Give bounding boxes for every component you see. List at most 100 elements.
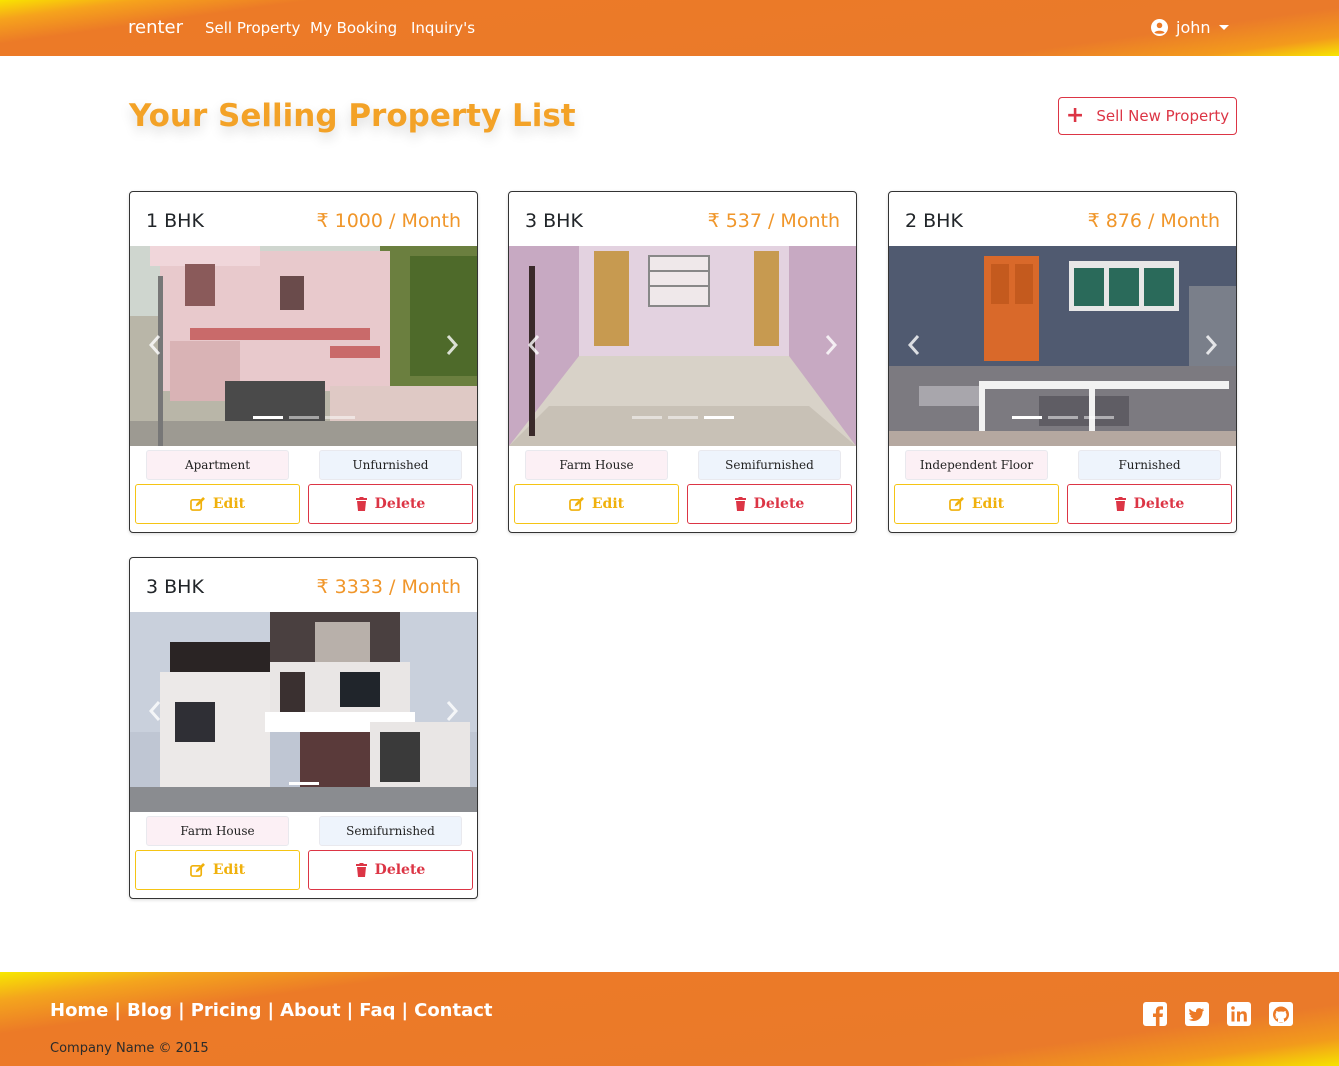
edit-icon: [569, 497, 584, 511]
user-name: john: [1176, 18, 1211, 37]
footer-link-pricing[interactable]: Pricing: [191, 1000, 262, 1021]
property-type-badge: Apartment: [146, 450, 289, 480]
property-image-carousel[interactable]: [130, 612, 477, 812]
carousel-indicators: [130, 782, 477, 785]
delete-button[interactable]: Delete: [308, 850, 473, 890]
property-bhk: 1 BHK: [146, 210, 204, 232]
edit-button[interactable]: Edit: [135, 850, 300, 890]
furnishing-badge: Semifurnished: [698, 450, 841, 480]
property-type-badge: Farm House: [146, 816, 289, 846]
carousel-next-icon[interactable]: [445, 700, 459, 722]
user-circle-icon: [1151, 19, 1168, 36]
carousel-indicator[interactable]: [703, 416, 734, 419]
carousel-next-icon[interactable]: [445, 334, 459, 356]
footer-separator: |: [114, 1000, 121, 1021]
carousel-indicators: [130, 416, 477, 419]
footer-link-blog[interactable]: Blog: [127, 1000, 172, 1021]
footer-link-about[interactable]: About: [280, 1000, 341, 1021]
property-card: 2 BHK ₹ 876 / Month Independent Floor Fu…: [888, 191, 1237, 533]
edit-label: Edit: [591, 496, 625, 512]
footer: Home | Blog | Pricing | About | Faq | Contact…: [0, 972, 1339, 1066]
copyright: Company Name © 2015: [50, 1041, 209, 1056]
property-card: 1 BHK ₹ 1000 / Month Apartment Unfurnish…: [129, 191, 478, 533]
nav-sell-property[interactable]: Sell Property: [205, 19, 300, 37]
delete-label: Delete: [374, 862, 426, 878]
furnishing-badge: Furnished: [1078, 450, 1221, 480]
carousel-indicator[interactable]: [252, 416, 283, 419]
property-image-carousel[interactable]: [130, 246, 477, 446]
social-links: [1143, 1002, 1293, 1026]
property-bhk: 3 BHK: [525, 210, 583, 232]
property-price: ₹ 1000 / Month: [316, 210, 461, 232]
carousel-prev-icon[interactable]: [148, 334, 162, 356]
edit-icon: [190, 497, 205, 511]
footer-nav: Home | Blog | Pricing | About | Faq | Contact: [50, 1000, 493, 1021]
chevron-down-icon: [1218, 25, 1229, 30]
facebook-icon[interactable]: [1143, 1002, 1167, 1026]
edit-icon: [949, 497, 964, 511]
carousel-indicator[interactable]: [1083, 416, 1114, 419]
carousel-indicators: [889, 416, 1236, 419]
property-price: ₹ 537 / Month: [707, 210, 840, 232]
delete-button[interactable]: Delete: [1067, 484, 1232, 524]
property-bhk: 2 BHK: [905, 210, 963, 232]
twitter-icon[interactable]: [1185, 1002, 1209, 1026]
github-icon[interactable]: [1269, 1002, 1293, 1026]
edit-label: Edit: [212, 862, 246, 878]
footer-separator: |: [267, 1000, 275, 1021]
footer-separator: |: [401, 1000, 409, 1021]
furnishing-badge: Unfurnished: [319, 450, 462, 480]
linkedin-icon[interactable]: [1227, 1002, 1251, 1026]
trash-icon: [734, 497, 746, 511]
plus-icon: +: [1065, 103, 1085, 128]
trash-icon: [1114, 497, 1126, 511]
carousel-next-icon[interactable]: [1204, 334, 1218, 356]
edit-button[interactable]: Edit: [514, 484, 679, 524]
delete-button[interactable]: Delete: [308, 484, 473, 524]
edit-icon: [190, 863, 205, 877]
footer-link-faq[interactable]: Faq: [359, 1000, 395, 1021]
property-image-carousel[interactable]: [509, 246, 856, 446]
nav-inquiries[interactable]: Inquiry's: [411, 19, 475, 37]
delete-label: Delete: [374, 496, 426, 512]
property-type-badge: Farm House: [525, 450, 668, 480]
sell-new-property-button[interactable]: + Sell New Property: [1058, 97, 1237, 135]
sell-new-property-label: Sell New Property: [1096, 107, 1230, 125]
edit-button[interactable]: Edit: [135, 484, 300, 524]
furnishing-badge: Semifurnished: [319, 816, 462, 846]
property-bhk: 3 BHK: [146, 576, 204, 598]
carousel-indicator[interactable]: [288, 782, 319, 785]
brand-logo[interactable]: renter: [128, 17, 183, 38]
carousel-next-icon[interactable]: [824, 334, 838, 356]
carousel-indicator[interactable]: [288, 416, 319, 419]
property-card: 3 BHK ₹ 537 / Month Farm House Semifurni…: [508, 191, 857, 533]
delete-button[interactable]: Delete: [687, 484, 852, 524]
delete-label: Delete: [1133, 496, 1185, 512]
user-menu[interactable]: john: [1151, 18, 1229, 37]
property-price: ₹ 3333 / Month: [316, 576, 461, 598]
carousel-indicator[interactable]: [631, 416, 662, 419]
carousel-prev-icon[interactable]: [148, 700, 162, 722]
footer-separator: |: [346, 1000, 354, 1021]
footer-separator: |: [178, 1000, 185, 1021]
edit-button[interactable]: Edit: [894, 484, 1059, 524]
edit-label: Edit: [212, 496, 246, 512]
carousel-indicators: [509, 416, 856, 419]
navbar: renter Sell Property My Booking Inquiry'…: [0, 0, 1339, 56]
carousel-indicator[interactable]: [1011, 416, 1042, 419]
delete-label: Delete: [753, 496, 805, 512]
carousel-prev-icon[interactable]: [907, 334, 921, 356]
page-title: Your Selling Property List: [129, 98, 576, 134]
footer-link-contact[interactable]: Contact: [414, 1000, 492, 1021]
carousel-indicator[interactable]: [324, 416, 355, 419]
carousel-indicator[interactable]: [1047, 416, 1078, 419]
carousel-indicator[interactable]: [667, 416, 698, 419]
property-image-carousel[interactable]: [889, 246, 1236, 446]
nav-my-booking[interactable]: My Booking: [310, 19, 397, 37]
carousel-prev-icon[interactable]: [527, 334, 541, 356]
trash-icon: [355, 863, 367, 877]
property-type-badge: Independent Floor: [905, 450, 1048, 480]
property-price: ₹ 876 / Month: [1087, 210, 1220, 232]
footer-link-home[interactable]: Home: [50, 1000, 108, 1021]
trash-icon: [355, 497, 367, 511]
